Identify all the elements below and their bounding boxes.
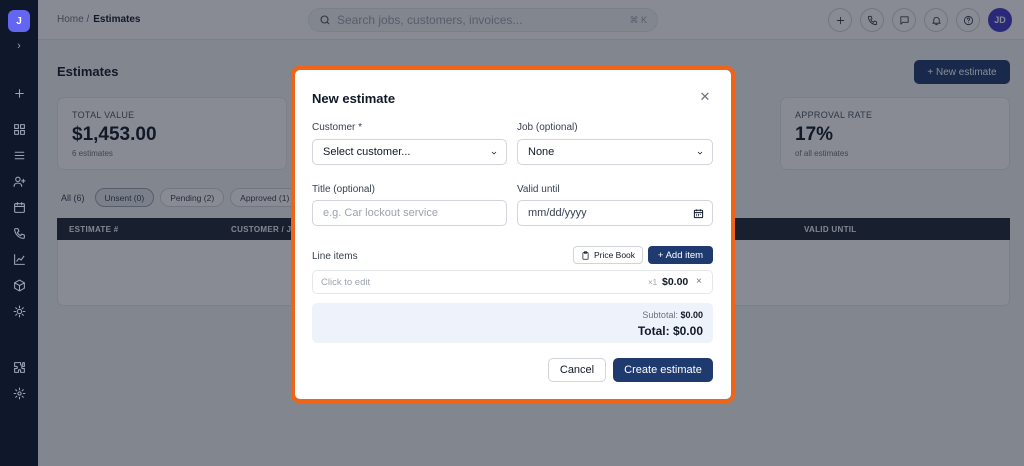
close-icon[interactable]: ✕ xyxy=(698,89,712,104)
cancel-button[interactable]: Cancel xyxy=(548,358,606,382)
customer-select-value: Select customer... xyxy=(323,146,411,158)
job-select[interactable]: None xyxy=(517,139,713,165)
title-input-placeholder: e.g. Car lockout service xyxy=(323,207,438,219)
job-select-value: None xyxy=(528,146,555,158)
user-plus-icon[interactable] xyxy=(0,168,38,194)
add-item-button[interactable]: + Add item xyxy=(648,246,713,264)
clipboard-icon xyxy=(582,250,589,260)
calendar-icon[interactable] xyxy=(693,208,704,219)
subtotal-label: Subtotal: xyxy=(642,310,678,320)
totals-box: Subtotal: $0.00 Total: $0.00 xyxy=(312,303,713,343)
list-icon[interactable] xyxy=(0,142,38,168)
box-icon[interactable] xyxy=(0,272,38,298)
line-item-amount: $0.00 xyxy=(662,276,689,288)
workspace-logo[interactable]: J xyxy=(8,10,30,32)
chart-icon[interactable] xyxy=(0,246,38,272)
line-item-row[interactable]: Click to edit ×1 $0.00 × xyxy=(312,270,713,294)
valid-until-label: Valid until xyxy=(517,184,560,195)
valid-until-date-input[interactable]: mm/dd/yyyy xyxy=(517,200,713,226)
phone-icon[interactable] xyxy=(0,220,38,246)
new-estimate-dialog: New estimate ✕ Customer * Select custome… xyxy=(295,70,731,399)
sidebar: J › xyxy=(0,0,38,466)
sun-icon[interactable] xyxy=(0,298,38,324)
date-placeholder: mm/dd/yyyy xyxy=(528,207,587,219)
create-estimate-button[interactable]: Create estimate xyxy=(613,358,713,382)
chevron-down-icon xyxy=(490,148,498,156)
title-label: Title (optional) xyxy=(312,184,375,195)
subtotal: Subtotal: $0.00 xyxy=(642,310,703,320)
price-book-button[interactable]: Price Book xyxy=(573,246,643,264)
job-label: Job (optional) xyxy=(517,122,578,133)
customer-select[interactable]: Select customer... xyxy=(312,139,507,165)
price-book-label: Price Book xyxy=(593,250,636,260)
plus-icon[interactable] xyxy=(0,80,38,106)
chevron-down-icon xyxy=(696,148,704,156)
line-item-qty: ×1 xyxy=(648,278,658,287)
customer-label: Customer * xyxy=(312,122,363,133)
total: Total: $0.00 xyxy=(637,324,703,338)
subtotal-value: $0.00 xyxy=(680,310,703,320)
line-item-description[interactable]: Click to edit xyxy=(321,277,370,288)
line-items-label: Line items xyxy=(312,251,358,262)
remove-line-item-icon[interactable]: × xyxy=(696,276,702,287)
puzzle-icon[interactable] xyxy=(0,354,38,380)
gear-icon[interactable] xyxy=(0,380,38,406)
chevron-right-icon[interactable]: › xyxy=(17,40,21,52)
title-input[interactable]: e.g. Car lockout service xyxy=(312,200,507,226)
grid-icon[interactable] xyxy=(0,116,38,142)
dialog-title: New estimate xyxy=(312,91,396,106)
calendar-icon[interactable] xyxy=(0,194,38,220)
